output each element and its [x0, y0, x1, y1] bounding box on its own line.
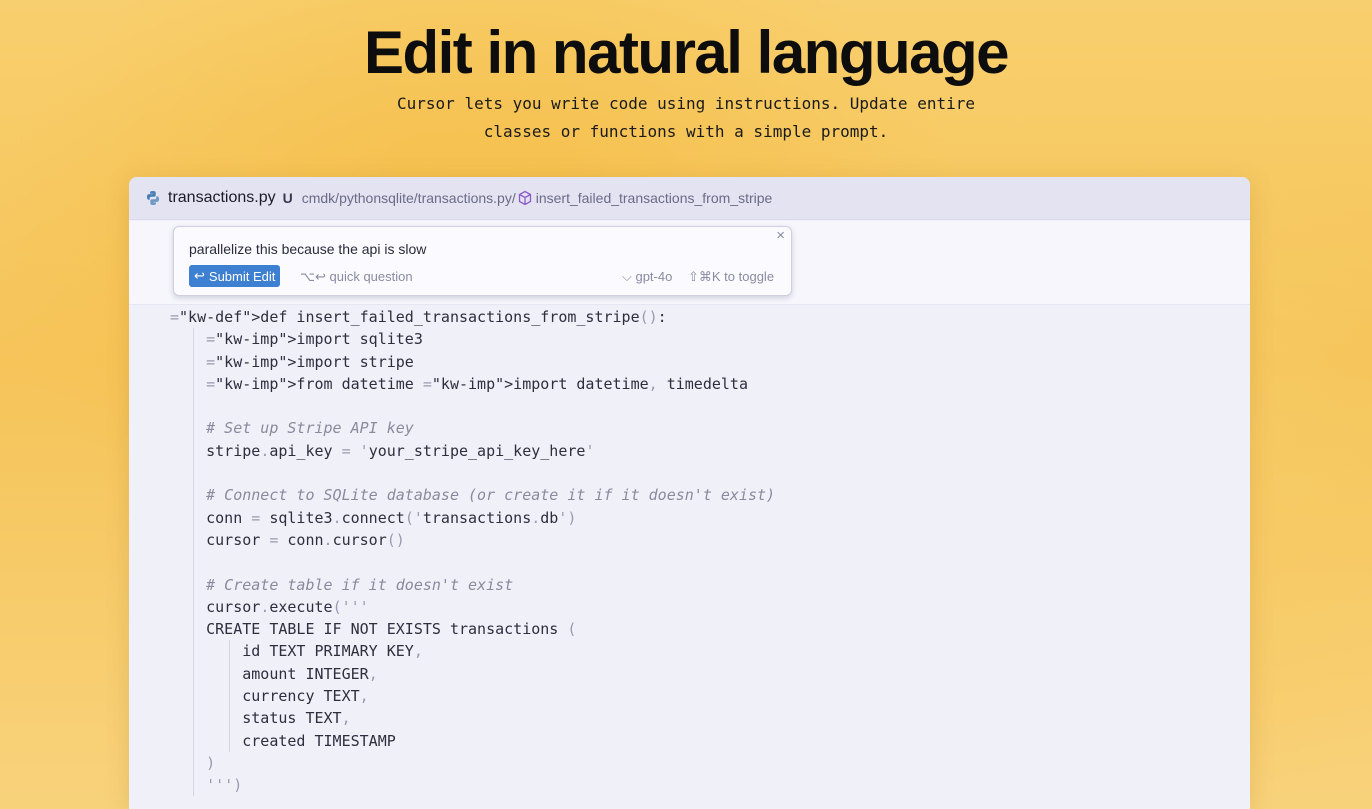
page-subtitle: Cursor lets you write code using instruc…: [340, 90, 1032, 146]
code-line: amount INTEGER,: [170, 664, 378, 683]
enter-icon: ↩: [194, 268, 205, 283]
code-line: currency TEXT,: [170, 687, 369, 706]
quick-question-hint[interactable]: ⌥↩ quick question: [300, 269, 413, 285]
code-line: ="kw-imp">import stripe: [206, 352, 414, 371]
toggle-hint: ⇧⌘K to toggle: [688, 269, 775, 284]
breadcrumb-path[interactable]: cmdk/pythonsqlite/transactions.py/: [302, 190, 516, 206]
editor-tab-bar: transactions.py U cmdk/pythonsqlite/tran…: [129, 177, 1250, 220]
code-area[interactable]: ="kw-def">def insert_failed_transactions…: [129, 306, 1250, 797]
git-status-badge: U: [282, 190, 293, 206]
code-line: ): [206, 753, 216, 772]
code-editor: transactions.py U cmdk/pythonsqlite/tran…: [129, 177, 1250, 809]
code-line: status TEXT,: [170, 709, 351, 728]
code-line: '''): [206, 776, 243, 795]
inline-prompt-box: parallelize this because the api is slow…: [173, 226, 792, 296]
code-line: id TEXT PRIMARY KEY,: [170, 642, 423, 661]
code-line: # Create table if it doesn't exist: [170, 575, 514, 594]
code-line: cursor.execute(''': [170, 597, 369, 616]
prompt-input[interactable]: parallelize this because the api is slow: [189, 241, 426, 257]
code-line: ="kw-def">def insert_failed_transactions…: [170, 308, 667, 326]
python-icon: [145, 190, 161, 206]
cube-icon: [517, 190, 533, 206]
code-line: # Connect to SQLite database (or create …: [170, 486, 776, 505]
subtitle-line-1: Cursor lets you write code using instruc…: [397, 94, 975, 113]
breadcrumb-symbol[interactable]: insert_failed_transactions_from_stripe: [536, 190, 773, 206]
close-icon[interactable]: ×: [776, 228, 785, 244]
code-line: # Set up Stripe API key: [170, 419, 414, 438]
code-lines: ="kw-def">def insert_failed_transactions…: [129, 306, 1250, 797]
code-line: conn = sqlite3.connect('transactions.db'…: [170, 508, 577, 527]
submit-edit-label: Submit Edit: [208, 268, 276, 284]
tab-file-name[interactable]: transactions.py: [168, 189, 276, 207]
code-line: stripe.api_key = 'your_stripe_api_key_he…: [170, 441, 595, 460]
code-line: ="kw-imp">from datetime ="kw-imp">import…: [206, 374, 748, 393]
code-line: created TIMESTAMP: [170, 731, 396, 750]
code-line: cursor = conn.cursor(): [170, 530, 405, 549]
inline-prompt-zone: parallelize this because the api is slow…: [129, 221, 1250, 305]
model-selector[interactable]: ⌵ gpt-4o: [622, 269, 672, 285]
code-line: CREATE TABLE IF NOT EXISTS transactions …: [170, 620, 577, 639]
page-title: Edit in natural language: [363, 19, 1010, 86]
subtitle-line-2: classes or functions with a simple promp…: [483, 122, 889, 141]
submit-edit-button[interactable]: ↩ Submit Edit: [189, 265, 281, 287]
code-line: ="kw-imp">import sqlite3: [206, 330, 423, 349]
